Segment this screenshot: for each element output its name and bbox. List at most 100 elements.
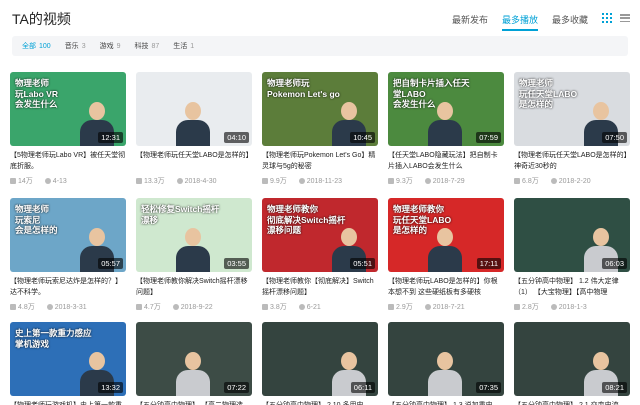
- clock-icon: [46, 304, 53, 310]
- play-count: 14万: [10, 176, 33, 186]
- play-count-text: 2.8万: [522, 304, 539, 311]
- publish-date: 2018-4-30: [176, 176, 217, 186]
- list-view-icon[interactable]: [620, 13, 630, 23]
- play-count: 4.7万: [136, 302, 161, 312]
- video-card[interactable]: 06:03 【五分钟高中物理】 1.2 伟大定律（1） 【大宝物理】【高中物理 2.…: [514, 198, 630, 316]
- publish-date: 2018-1-3: [550, 302, 587, 312]
- play-count-icon: [514, 178, 520, 184]
- play-count: 9.9万: [262, 176, 287, 186]
- filter-tech[interactable]: 科技 87: [135, 41, 160, 51]
- publish-date: 2018-3-31: [46, 302, 87, 312]
- video-thumbnail[interactable]: 轻松修复Switch摇杆漂移 03:55: [136, 198, 252, 272]
- video-card[interactable]: 04:10 【物理老师玩任天堂LABO是怎样的】 13.3万 2018-4-30: [136, 72, 252, 190]
- publish-date-text: 2018-2-20: [558, 177, 591, 185]
- video-card[interactable]: 物理老师 玩Labo VR 会发生什么 12:31 【5物理老师玩Labo VR】被…: [10, 72, 126, 190]
- video-thumbnail[interactable]: 物理老师教你 彻底解决Switch摇杆漂移问题 05:51: [262, 198, 378, 272]
- publish-date-text: 2018-9-22: [180, 303, 213, 311]
- video-title[interactable]: 【物理老师玩游戏机】史上第一款重: [10, 400, 126, 405]
- view-toggle: [602, 13, 630, 23]
- category-filter-bar: 全部 100 音乐 3 游戏 9 科技 87 生活 1: [12, 36, 628, 56]
- play-count-icon: [262, 304, 268, 310]
- video-meta: 2.9万 2018-7-21: [388, 302, 504, 312]
- play-count: 4.8万: [10, 302, 35, 312]
- play-count-icon: [136, 304, 142, 310]
- video-card[interactable]: 史上第一款重力感应掌机游戏 13:32 【物理老师玩游戏机】史上第一款重: [10, 322, 126, 405]
- video-thumbnail[interactable]: 04:10: [136, 72, 252, 146]
- sort-tab-most-favorited[interactable]: 最多收藏: [552, 13, 588, 31]
- video-title[interactable]: 【物理老师教你【彻底解决】Switch摇杆漂移问题】: [262, 276, 378, 300]
- sort-tabs: 最新发布 最多播放 最多收藏: [452, 13, 588, 31]
- video-card[interactable]: 06:11 【五分钟高中物理】 2.10 多用电: [262, 322, 378, 405]
- play-count: 6.8万: [514, 176, 539, 186]
- play-count-text: 2.9万: [396, 304, 413, 311]
- thumbnail-overlay-text: 物理老师教你 彻底解决Switch摇杆漂移问题: [267, 204, 346, 236]
- video-duration: 07:50: [602, 132, 627, 143]
- video-title[interactable]: 【五分钟高中物理】 1.3 说加重电: [388, 400, 504, 405]
- video-card[interactable]: 物理老师教你 彻底解决Switch摇杆漂移问题 05:51 【物理老师教你【彻底解决…: [262, 198, 378, 316]
- filter-music[interactable]: 音乐 3: [65, 41, 86, 51]
- video-card[interactable]: 物理老师 玩任天堂LABO 是怎样的 07:50 【物理老师玩任天堂LABO是怎样的…: [514, 72, 630, 190]
- publish-date-text: 4-13: [52, 177, 67, 185]
- video-thumbnail[interactable]: 物理老师 玩任天堂LABO 是怎样的 07:50: [514, 72, 630, 146]
- video-duration: 06:11: [350, 382, 375, 393]
- video-meta: 4.7万 2018-9-22: [136, 302, 252, 312]
- filter-all[interactable]: 全部 100: [22, 41, 51, 51]
- video-thumbnail[interactable]: 把自制卡片插入任天堂LABO 会发生什么 07:59: [388, 72, 504, 146]
- grid-view-icon[interactable]: [602, 13, 612, 23]
- clock-icon: [424, 304, 431, 310]
- video-card[interactable]: 物理老师 玩索尼 会是怎样的 05:57 【物理老师玩索尼达炸是怎样的？】达不科学。…: [10, 198, 126, 316]
- video-title[interactable]: 【物理老师玩Pokemon Let's Go】精灵球与5g的秘密: [262, 150, 378, 174]
- play-count-icon: [136, 178, 142, 184]
- filter-life[interactable]: 生活 1: [173, 41, 194, 51]
- video-thumbnail[interactable]: 06:03: [514, 198, 630, 272]
- publish-date-text: 2018-11-23: [306, 177, 343, 185]
- play-count: 9.3万: [388, 176, 413, 186]
- video-title[interactable]: 【物理老师玩任天堂LABO是怎样的】: [136, 150, 252, 174]
- play-count-text: 4.8万: [18, 304, 35, 311]
- video-thumbnail[interactable]: 物理老师教你 玩任天堂LABO 是怎样的 17:11: [388, 198, 504, 272]
- play-count-text: 14万: [18, 178, 33, 185]
- publish-date-text: 2018-3-31: [54, 303, 87, 311]
- video-card[interactable]: 轻松修复Switch摇杆漂移 03:55 【物理老师教你解决Switch摇杆漂移问题…: [136, 198, 252, 316]
- video-thumbnail[interactable]: 07:22: [136, 322, 252, 396]
- video-title[interactable]: 【物理老师玩LABO是怎样的】你根本想不到 这些硬纸板有多硬核: [388, 276, 504, 300]
- video-card[interactable]: 物理老师玩 Pokemon Let's go 10:45 【物理老师玩Pokemon…: [262, 72, 378, 190]
- publish-date-text: 2018-7-29: [432, 177, 465, 185]
- play-count-icon: [388, 178, 394, 184]
- play-count: 13.3万: [136, 176, 165, 186]
- video-title[interactable]: 【物理老师玩任天堂LABO是怎样的】神奇近30秒的: [514, 150, 630, 174]
- video-card[interactable]: 物理老师教你 玩任天堂LABO 是怎样的 17:11 【物理老师玩LABO是怎样的】…: [388, 198, 504, 316]
- video-title[interactable]: 【物理老师玩索尼达炸是怎样的？】达不科学。: [10, 276, 126, 300]
- video-meta: 14万 4-13: [10, 176, 126, 186]
- video-title[interactable]: 【5物理老师玩Labo VR】被任天堂彻底折服。: [10, 150, 126, 174]
- play-count-icon: [514, 304, 520, 310]
- publish-date: 2018-2-20: [550, 176, 591, 186]
- video-thumbnail[interactable]: 07:35: [388, 322, 504, 396]
- video-thumbnail[interactable]: 物理老师 玩索尼 会是怎样的 05:57: [10, 198, 126, 272]
- video-card[interactable]: 08:21 【五分钟高中物理】 2.1 交变电流: [514, 322, 630, 405]
- video-thumbnail[interactable]: 物理老师 玩Labo VR 会发生什么 12:31: [10, 72, 126, 146]
- video-title[interactable]: 【五分钟高中物理】 2.10 多用电: [262, 400, 378, 405]
- video-thumbnail[interactable]: 08:21: [514, 322, 630, 396]
- video-card[interactable]: 07:22 【五分钟高中物理】 【高二物理选: [136, 322, 252, 405]
- clock-icon: [298, 304, 305, 310]
- filter-game[interactable]: 游戏 9: [100, 41, 121, 51]
- video-thumbnail[interactable]: 史上第一款重力感应掌机游戏 13:32: [10, 322, 126, 396]
- video-duration: 12:31: [98, 132, 123, 143]
- video-card[interactable]: 07:35 【五分钟高中物理】 1.3 说加重电: [388, 322, 504, 405]
- thumbnail-overlay-text: 物理老师 玩Labo VR 会发生什么: [15, 78, 58, 110]
- play-count-text: 4.7万: [144, 304, 161, 311]
- video-title[interactable]: 【五分钟高中物理】 2.1 交变电流: [514, 400, 630, 405]
- video-thumbnail[interactable]: 06:11: [262, 322, 378, 396]
- video-title[interactable]: 【任天堂LABO隐藏玩法】把自制卡片插入LABO会发生什么: [388, 150, 504, 174]
- video-title[interactable]: 【五分钟高中物理】 【高二物理选: [136, 400, 252, 405]
- play-count-text: 13.3万: [144, 178, 165, 185]
- sort-tab-most-played[interactable]: 最多播放: [501, 13, 538, 31]
- publish-date-text: 2018-4-30: [184, 177, 217, 185]
- sort-tab-latest[interactable]: 最新发布: [452, 13, 488, 31]
- video-card[interactable]: 把自制卡片插入任天堂LABO 会发生什么 07:59 【任天堂LABO隐藏玩法】把自…: [388, 72, 504, 190]
- video-title[interactable]: 【五分钟高中物理】 1.2 伟大定律（1） 【大宝物理】【高中物理: [514, 276, 630, 300]
- video-meta: 3.8万 6-21: [262, 302, 378, 312]
- video-thumbnail[interactable]: 物理老师玩 Pokemon Let's go 10:45: [262, 72, 378, 146]
- video-title[interactable]: 【物理老师教你解决Switch摇杆漂移问题】: [136, 276, 252, 300]
